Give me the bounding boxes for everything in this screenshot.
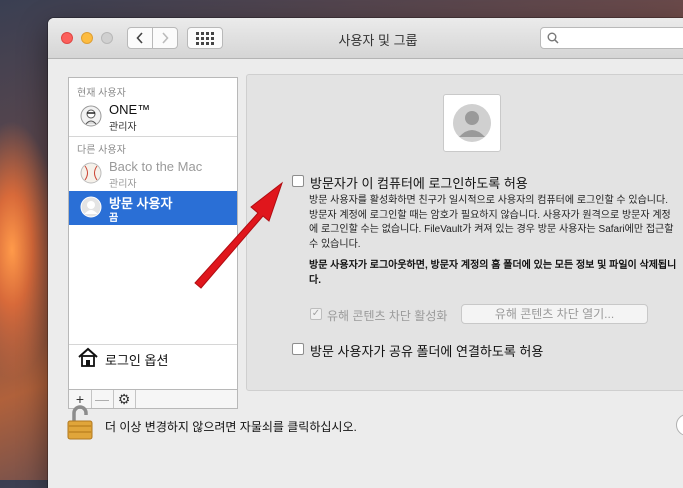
guest-settings-panel: 방문자가 이 컴퓨터에 로그인하도록 허용 방문 사용자를 활성화하면 친구가 … [246, 74, 683, 391]
forward-button[interactable] [152, 27, 178, 49]
preferences-window: 사용자 및 그룹 현재 사용자 ONE™ 관리자 다른 사용자 Back to [48, 18, 683, 488]
guest-picture[interactable] [443, 94, 501, 152]
help-button[interactable] [676, 414, 683, 436]
chevron-left-icon [136, 32, 143, 44]
lock-icon[interactable] [64, 403, 96, 443]
baseball-avatar [80, 162, 102, 184]
gear-icon[interactable]: ⚙ [113, 390, 136, 408]
current-user-header: 현재 사용자 [77, 88, 126, 99]
lock-message: 더 이상 변경하지 않으려면 자물쇠를 클릭하십시오. [105, 420, 357, 434]
guest-avatar [80, 196, 102, 218]
allow-guest-login-label: 방문자가 이 컴퓨터에 로그인하도록 허용 [310, 176, 528, 191]
divider [69, 344, 237, 345]
search-icon [547, 32, 559, 44]
user-row-one[interactable]: ONE™ 관리자 [69, 100, 237, 134]
parental-controls-label: 유해 콘텐츠 차단 활성화 [327, 309, 448, 323]
shared-folders-label: 방문 사용자가 공유 폴더에 연결하도록 허용 [310, 344, 544, 359]
grid-icon [196, 31, 214, 45]
avatar [80, 105, 102, 127]
user-row-back-to-the-mac[interactable]: Back to the Mac 관리자 [69, 157, 237, 191]
user-role: 관리자 [109, 179, 137, 190]
minimize-button[interactable] [81, 32, 93, 44]
zoom-button[interactable] [101, 32, 113, 44]
close-button[interactable] [61, 32, 73, 44]
guest-description: 방문 사용자를 활성화하면 친구가 일시적으로 사용자의 컴퓨터에 로그인할 수… [309, 195, 674, 250]
allow-guest-login-checkbox[interactable] [292, 175, 304, 187]
show-all-button[interactable] [187, 27, 223, 49]
user-role: 끔 [109, 213, 119, 224]
login-options-label: 로그인 옵션 [105, 353, 169, 368]
guest-warning: 방문 사용자가 로그아웃하면, 방문자 계정의 홈 폴더에 있는 모든 정보 및… [309, 260, 677, 286]
user-list: 현재 사용자 ONE™ 관리자 다른 사용자 Back to the Mac 관… [68, 77, 238, 390]
other-users-header: 다른 사용자 [77, 145, 126, 156]
shared-folders-checkbox[interactable] [292, 343, 304, 355]
user-name: Back to the Mac [109, 159, 203, 174]
login-options-item[interactable]: 로그인 옵션 [77, 346, 227, 370]
user-name: 방문 사용자 [109, 196, 173, 211]
open-parental-controls-button[interactable]: 유해 콘텐츠 차단 열기... [461, 304, 648, 324]
divider [69, 136, 237, 137]
house-icon [78, 347, 98, 367]
user-row-guest[interactable]: 방문 사용자 끔 [69, 191, 237, 225]
user-silhouette-icon [453, 104, 491, 142]
chevron-right-icon [162, 32, 169, 44]
search-field[interactable] [540, 27, 683, 49]
user-role: 관리자 [109, 122, 137, 133]
parental-controls-checkbox[interactable]: ✓ [310, 308, 322, 320]
back-button[interactable] [127, 27, 153, 49]
window-title: 사용자 및 그룹 [338, 33, 418, 48]
user-name: ONE™ [109, 102, 151, 117]
titlebar: 사용자 및 그룹 [48, 18, 683, 59]
